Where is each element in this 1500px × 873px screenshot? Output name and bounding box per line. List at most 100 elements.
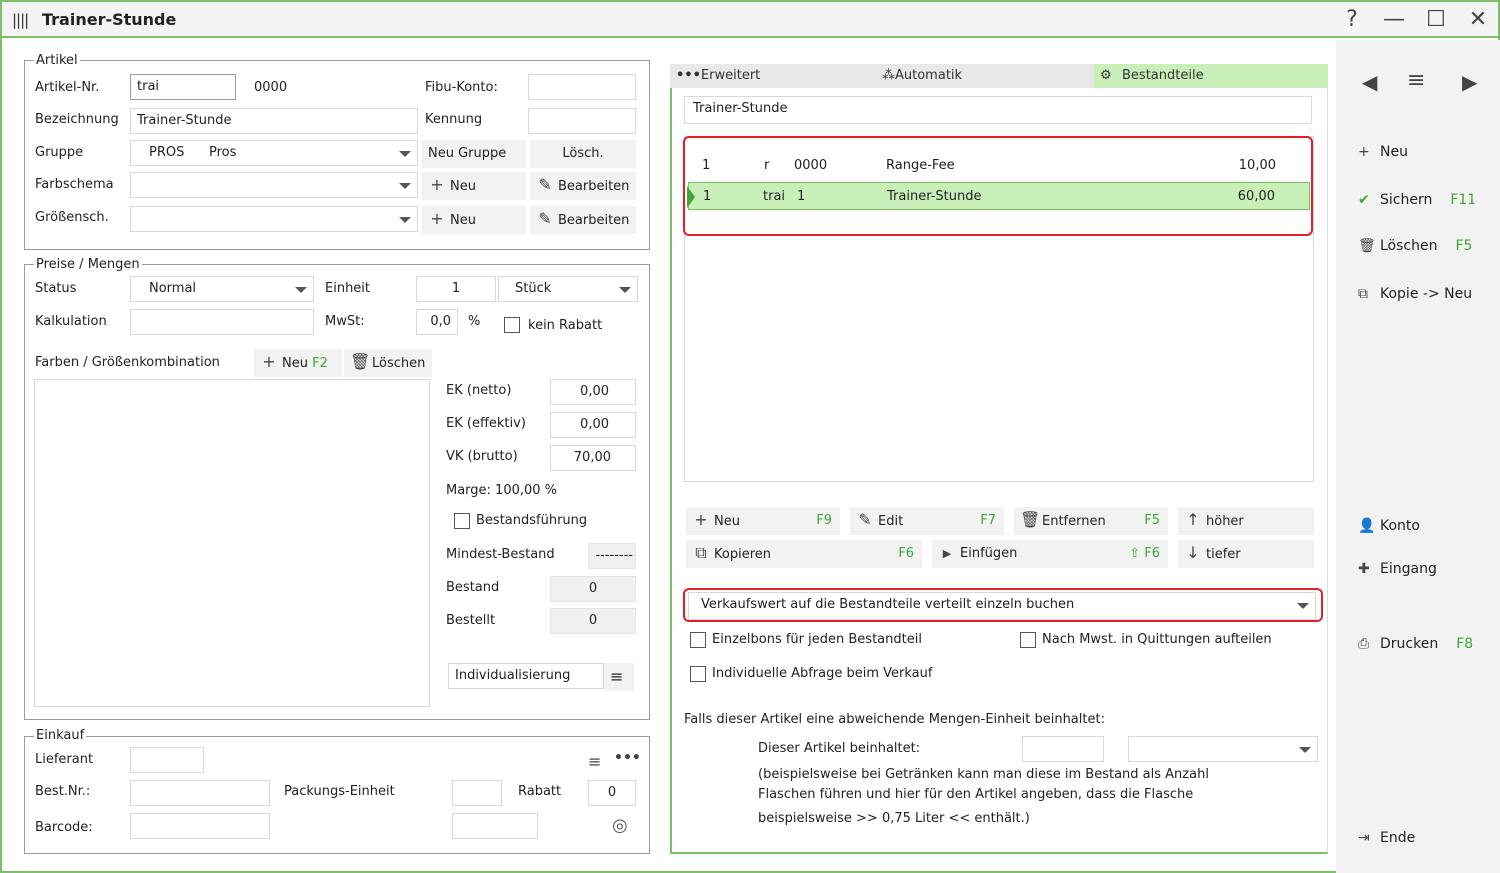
- sidebar-ende-button[interactable]: ⇥ Ende: [1358, 830, 1415, 846]
- entfernen-button[interactable]: 🗑 Entfernen F5: [1014, 507, 1168, 535]
- einheit-input[interactable]: 1: [416, 276, 496, 302]
- einfuegen-key-text: F6: [1144, 546, 1160, 561]
- nach-mwst-checkbox[interactable]: [1020, 632, 1036, 648]
- close-icon[interactable]: ✕: [1464, 6, 1492, 34]
- tab-automatik[interactable]: ⁂Automatik: [882, 68, 962, 83]
- einfuegen-label: Einfügen: [960, 546, 1018, 561]
- maximize-icon[interactable]: ☐: [1422, 6, 1450, 34]
- mindest-bestand-input[interactable]: --------: [588, 543, 636, 569]
- minimize-icon[interactable]: —: [1380, 6, 1408, 34]
- plus-icon: ✚: [1358, 561, 1370, 577]
- groessensch-select[interactable]: [130, 206, 418, 232]
- sidebar-kopie-button[interactable]: ⧉ Kopie -> Neu: [1358, 286, 1472, 302]
- einzelbons-checkbox[interactable]: [690, 632, 706, 648]
- vk-brutto-input[interactable]: 70,00: [550, 445, 636, 471]
- sidebar: [1336, 40, 1500, 873]
- edit-button[interactable]: ✎ Edit F7: [850, 507, 1004, 535]
- individuelle-checkbox[interactable]: [690, 666, 706, 682]
- prev-icon[interactable]: ◀: [1362, 70, 1377, 94]
- neu-gruppe-button[interactable]: Neu Gruppe: [422, 140, 526, 168]
- sidebar-loeschen-label: Löschen: [1380, 238, 1438, 254]
- status-select[interactable]: Normal: [130, 276, 314, 302]
- ek-effektiv-input[interactable]: 0,00: [550, 412, 636, 438]
- ek-netto-input[interactable]: 0,00: [550, 379, 636, 405]
- sidebar-loeschen-button[interactable]: 🗑 Löschen F5: [1358, 238, 1472, 254]
- kopieren-key: F6: [898, 546, 914, 561]
- einheit-unit: Stück: [515, 281, 552, 296]
- sidebar-konto-button[interactable]: 👤 Konto: [1358, 518, 1420, 534]
- tiefer-label: tiefer: [1206, 547, 1241, 562]
- entfernen-label: Entfernen: [1042, 514, 1106, 529]
- more-icon[interactable]: •••: [614, 750, 641, 766]
- tiefer-button[interactable]: ↓ tiefer: [1178, 540, 1314, 568]
- einheit-select[interactable]: Stück: [498, 276, 638, 302]
- gruppe-select[interactable]: PROS Pros: [130, 140, 418, 166]
- farben-list[interactable]: [34, 379, 430, 707]
- printer-icon: ⎙: [1358, 636, 1370, 652]
- tab-erweitert-label: Erweitert: [700, 68, 761, 83]
- einfuegen-button[interactable]: ▶ Einfügen ⇧ F6: [932, 540, 1168, 568]
- tab-erweitert[interactable]: •••Erweitert: [676, 68, 760, 83]
- edit-label: Edit: [878, 514, 904, 529]
- gruppe-name: Pros: [209, 145, 237, 160]
- loesch-button[interactable]: Lösch.: [530, 140, 636, 168]
- menu-icon[interactable]: ≡: [588, 752, 601, 771]
- kein-rabatt-checkbox[interactable]: [504, 317, 520, 333]
- lieferant-input[interactable]: [130, 747, 204, 773]
- arrow-down-icon: ↓: [1186, 543, 1200, 562]
- edit-key: F7: [980, 513, 996, 528]
- rabatt-input[interactable]: 0: [588, 780, 636, 806]
- plus-icon: +: [430, 209, 444, 228]
- bezeichnung-label: Bezeichnung: [35, 112, 119, 127]
- farbschema-bearbeiten-button[interactable]: ✎ Bearbeiten: [530, 172, 636, 200]
- artikel-nr-input[interactable]: trai: [130, 74, 236, 100]
- title-bar: |||| Trainer-Stunde ? — ☐ ✕: [2, 2, 1498, 38]
- status-value: Normal: [149, 281, 197, 296]
- bestandsfuehrung-checkbox[interactable]: [454, 513, 470, 529]
- fibu-konto-input[interactable]: [528, 74, 636, 100]
- neu-button[interactable]: + Neu F9: [686, 507, 840, 535]
- palette-icon[interactable]: ◎: [612, 815, 628, 836]
- sidebar-ende-label: Ende: [1380, 830, 1416, 846]
- kennung-input[interactable]: [528, 108, 636, 134]
- barcode-extra-input[interactable]: [452, 813, 538, 839]
- kopieren-button[interactable]: ⧉ Kopieren F6: [686, 540, 922, 568]
- chevron-down-icon: [1299, 747, 1311, 753]
- sidebar-sichern-button[interactable]: ✔ Sichern F11: [1358, 192, 1476, 208]
- next-icon[interactable]: ▶: [1462, 70, 1477, 94]
- highlight-box: [683, 136, 1313, 236]
- sidebar-eingang-label: Eingang: [1380, 561, 1437, 577]
- menu-icon[interactable]: ≡: [604, 663, 634, 691]
- sichern-key: F11: [1450, 192, 1477, 208]
- sidebar-drucken-button[interactable]: ⎙ Drucken F8: [1358, 636, 1473, 652]
- menge-input[interactable]: [1022, 736, 1104, 762]
- kalkulation-input[interactable]: [130, 309, 314, 335]
- menge-einheit-select[interactable]: [1128, 736, 1318, 762]
- groessensch-neu-button[interactable]: + Neu: [422, 206, 526, 234]
- individualisierung-field[interactable]: Individualisierung: [448, 663, 604, 689]
- drucken-key: F8: [1456, 636, 1474, 652]
- barcode-input[interactable]: [130, 813, 270, 839]
- tab-bestandteile[interactable]: ⚙ Bestandteile: [1094, 64, 1328, 88]
- sidebar-konto-label: Konto: [1380, 518, 1420, 534]
- farbschema-select[interactable]: [130, 172, 418, 198]
- packungs-einheit-input[interactable]: [452, 780, 502, 806]
- groessensch-bearbeiten-button[interactable]: ✎ Bearbeiten: [530, 206, 636, 234]
- farben-loeschen-button[interactable]: 🗑 Löschen: [344, 349, 432, 377]
- hoeher-button[interactable]: ↑ höher: [1178, 507, 1314, 535]
- bezeichnung-input[interactable]: Trainer-Stunde: [130, 108, 418, 134]
- farben-label: Farben / Größenkombination: [35, 355, 220, 370]
- bestandteil-name-input[interactable]: Trainer-Stunde: [684, 96, 1312, 124]
- kennung-label: Kennung: [425, 112, 483, 127]
- sidebar-eingang-button[interactable]: ✚ Eingang: [1358, 561, 1437, 577]
- menu-icon[interactable]: ≡: [1407, 68, 1425, 93]
- bestnr-input[interactable]: [130, 780, 270, 806]
- mwst-input[interactable]: 0,0: [416, 309, 458, 335]
- farbschema-neu-button[interactable]: + Neu: [422, 172, 526, 200]
- packungs-einheit-label: Packungs-Einheit: [284, 784, 395, 799]
- sidebar-neu-button[interactable]: + Neu: [1358, 144, 1408, 160]
- farben-neu-button[interactable]: + Neu F2: [254, 349, 342, 377]
- main-window: |||| Trainer-Stunde ? — ☐ ✕ Artikel Arti…: [0, 0, 1500, 873]
- hint-line-3: beispielsweise >> 0,75 Liter << enthält.…: [758, 811, 1030, 826]
- help-icon[interactable]: ?: [1338, 6, 1366, 34]
